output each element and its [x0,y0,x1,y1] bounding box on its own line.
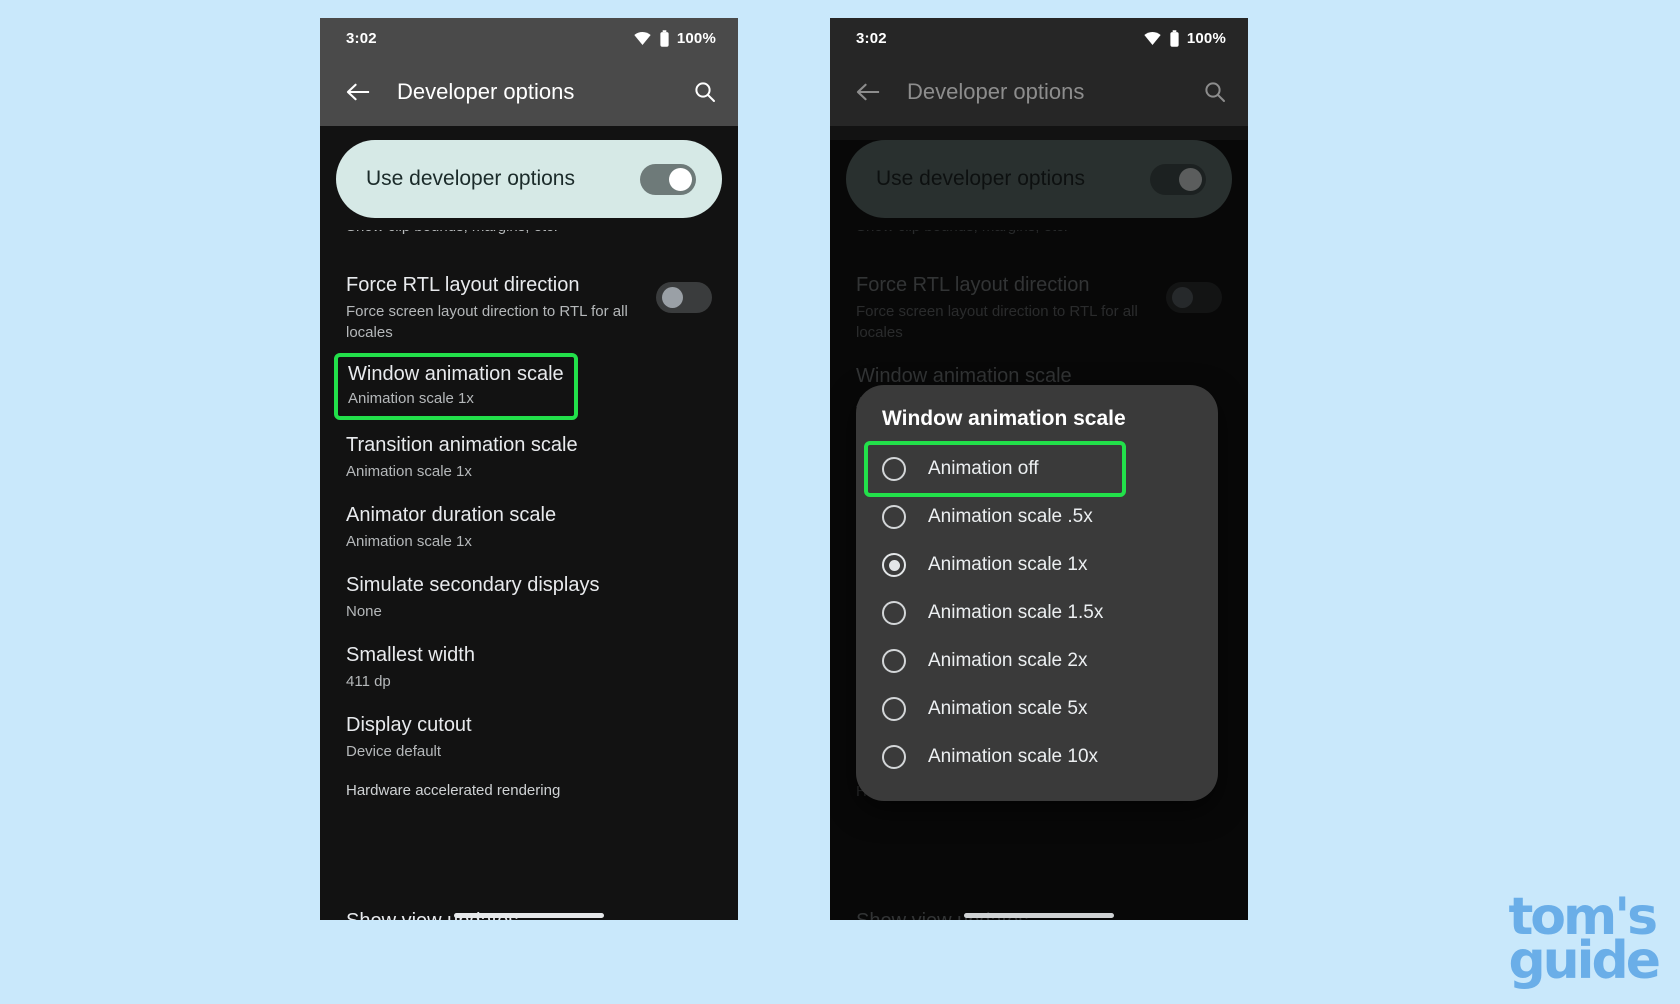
back-arrow-icon[interactable] [856,82,881,102]
wifi-icon [1143,31,1162,45]
status-time: 3:02 [346,29,377,47]
window-animation-scale-dialog[interactable]: Window animation scale Animation off Ani… [856,385,1218,801]
phone-screenshot-left: 3:02 100% Developer options Use develope… [320,18,738,920]
list-item-force-rtl[interactable]: Force RTL layout direction Force screen … [320,256,738,347]
dialog-option-animation-off-wrapper[interactable]: Animation off [864,441,1126,497]
list-item-subtitle: Animation scale 1x [346,463,472,480]
radio-button-icon[interactable] [882,649,906,673]
use-developer-options-label: Use developer options [366,167,575,190]
screenshot-stage: 3:02 100% Developer options Use develope… [0,0,1680,1004]
radio-button-icon[interactable] [882,601,906,625]
status-icons: 100% [1143,30,1226,47]
home-indicator [964,913,1114,918]
battery-icon [1169,29,1180,47]
radio-button-icon[interactable] [882,697,906,721]
list-item-title: Force RTL layout direction [856,274,1090,296]
dialog-option-animation-scale-10x[interactable]: Animation scale 10x [856,733,1218,781]
status-icons: 100% [633,30,716,47]
status-bar: 3:02 100% [320,18,738,58]
list-item-simulate-secondary-displays[interactable]: Simulate secondary displays None [320,556,738,626]
clipped-row-top-label: Show clip bounds, margins, etc. [856,230,1222,235]
list-item-title: Transition animation scale [346,434,578,456]
dialog-option-label: Animation scale 5x [928,698,1088,719]
use-developer-options-label: Use developer options [876,167,1085,190]
list-item-force-rtl: Force RTL layout direction Force screen … [830,256,1248,347]
list-item-title: Window animation scale [348,363,564,385]
radio-button-icon[interactable] [882,457,906,481]
home-indicator [454,913,604,918]
battery-percent: 100% [1186,29,1226,47]
section-header-hardware-accelerated-rendering: Hardware accelerated rendering [346,782,561,799]
dialog-option-label: Animation scale .5x [928,506,1093,527]
list-item-subtitle: Force screen layout direction to RTL for… [856,303,1138,341]
settings-scroll-area: Use developer options Show clip bounds, … [830,140,1248,920]
dialog-option-label: Animation scale 10x [928,746,1099,767]
list-item-title: Display cutout [346,714,472,736]
app-bar: Developer options [320,58,738,126]
force-rtl-switch[interactable] [656,282,712,313]
dialog-option-animation-off[interactable]: Animation off [868,445,1122,493]
radio-button-icon[interactable] [882,505,906,529]
battery-icon [659,29,670,47]
list-item-title: Simulate secondary displays [346,574,600,596]
dialog-option-label: Animation scale 1.5x [928,602,1104,623]
page-title: Developer options [907,79,1085,104]
dialog-option-animation-scale-1x[interactable]: Animation scale 1x [856,541,1218,589]
search-icon[interactable] [694,81,716,103]
status-bar: 3:02 100% [830,18,1248,58]
list-item-subtitle: Animation scale 1x [346,533,472,550]
use-developer-options-card[interactable]: Use developer options [336,140,722,218]
dialog-option-label: Animation scale 2x [928,650,1088,671]
list-item-subtitle: Device default [346,743,442,760]
list-item-window-animation-scale[interactable]: Window animation scale Animation scale 1… [334,353,578,420]
dialog-title: Window animation scale [882,407,1126,430]
search-icon[interactable] [1204,81,1226,103]
dialog-option-label: Animation scale 1x [928,554,1088,575]
list-item-subtitle: Force screen layout direction to RTL for… [346,303,628,341]
force-rtl-switch [1166,282,1222,313]
list-item-subtitle: None [346,603,382,620]
dialog-option-animation-scale-05x[interactable]: Animation scale .5x [856,493,1218,541]
list-item-smallest-width[interactable]: Smallest width 411 dp [320,626,738,696]
list-item-title: Force RTL layout direction [346,274,580,296]
clipped-row-top: Show clip bounds, margins, etc. [830,230,1248,256]
dialog-option-animation-scale-2x[interactable]: Animation scale 2x [856,637,1218,685]
dialog-option-animation-scale-5x[interactable]: Animation scale 5x [856,685,1218,733]
use-developer-options-switch [1150,163,1206,195]
phone-screenshot-right: 3:02 100% Developer options Use develope… [830,18,1248,920]
clipped-row-top-label: Show clip bounds, margins, etc. [346,230,712,235]
settings-list: Show clip bounds, margins, etc. Force RT… [320,230,738,803]
wifi-icon [633,31,652,45]
list-item-transition-animation-scale[interactable]: Transition animation scale Animation sca… [320,416,738,486]
list-item-title: Smallest width [346,644,475,666]
clipped-row-top: Show clip bounds, margins, etc. [320,230,738,256]
toms-guide-watermark: tom's guide [1508,891,1661,992]
list-item-display-cutout[interactable]: Display cutout Device default [320,696,738,766]
list-item-subtitle: 411 dp [346,673,391,690]
battery-percent: 100% [676,29,716,47]
use-developer-options-switch[interactable] [640,163,696,195]
list-item-title: Animator duration scale [346,504,557,526]
page-title: Developer options [397,79,575,104]
radio-button-icon[interactable] [882,745,906,769]
back-arrow-icon[interactable] [346,82,371,102]
app-bar: Developer options [830,58,1248,126]
list-item-subtitle: Animation scale 1x [348,390,474,407]
dialog-option-animation-scale-15x[interactable]: Animation scale 1.5x [856,589,1218,637]
use-developer-options-card: Use developer options [846,140,1232,218]
dialog-option-label: Animation off [928,458,1039,479]
watermark-line-2: guide [1508,931,1661,992]
radio-button-selected-icon[interactable] [882,553,906,577]
settings-scroll-area[interactable]: Use developer options Show clip bounds, … [320,140,738,920]
list-item-animator-duration-scale[interactable]: Animator duration scale Animation scale … [320,486,738,556]
status-time: 3:02 [856,29,887,47]
